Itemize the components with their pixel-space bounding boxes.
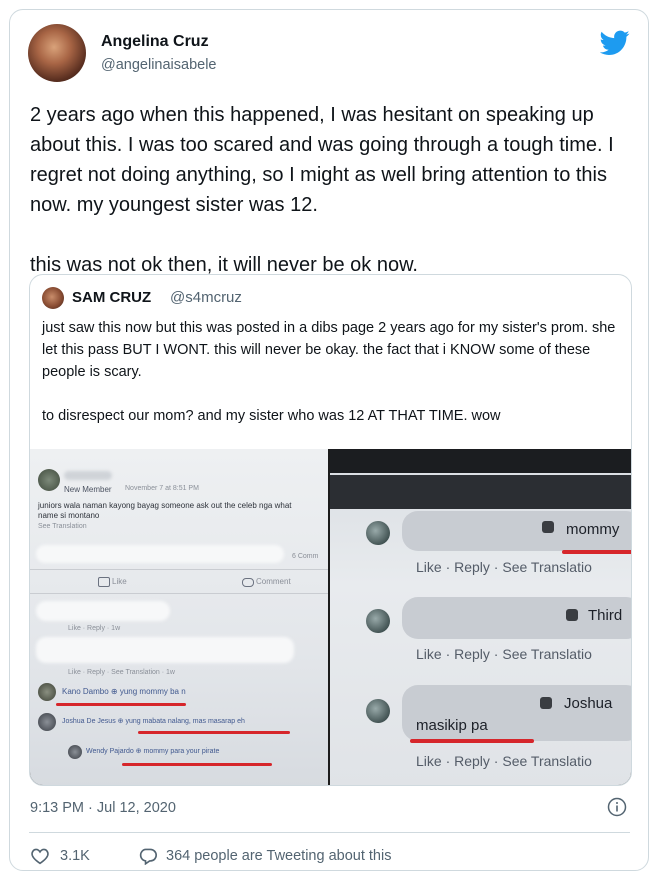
comment-text: Wendy Pajardo ⊕ mommy para your pirate [86, 748, 220, 755]
highlight-underline [56, 703, 186, 706]
author-name[interactable]: Angelina Cruz [101, 33, 209, 51]
tweet-body: 2 years ago when this happened, I was he… [30, 100, 630, 280]
comment-avatar [366, 699, 390, 723]
comment-actions: Like · Reply · See Translatio [416, 646, 592, 662]
divider [29, 832, 630, 833]
photo-top-edge [330, 449, 631, 473]
comment-name: Joshua [564, 695, 613, 712]
tweet-timestamp[interactable]: 9:13 PM · Jul 12, 2020 [30, 800, 176, 816]
comments-count: 6 Comm [292, 553, 319, 560]
quoted-paragraph: just saw this now but this was posted in… [42, 320, 616, 380]
twitter-bird-icon[interactable] [600, 30, 630, 56]
thumbs-up-icon [98, 577, 110, 587]
comment-text: masikip pa [416, 717, 488, 734]
quoted-tweet[interactable]: SAM CRUZ @s4mcruz just saw this now but … [29, 274, 632, 786]
redacted-block [36, 545, 284, 563]
media-image-left[interactable]: New Member November 7 at 8:51 PM juniors… [30, 449, 328, 785]
comment-actions: Like · Reply · 1w [68, 625, 121, 632]
comment-text: Joshua De Jesus ⊕ yung mabata nalang, ma… [62, 718, 245, 725]
comment-name: mommy [566, 521, 620, 538]
author-handle[interactable]: @angelinaisabele [101, 57, 217, 73]
quoted-author-handle: @s4mcruz [170, 289, 242, 306]
comment-avatar [68, 745, 82, 759]
globe-icon [566, 609, 578, 621]
photo-dark-band [330, 475, 631, 509]
highlight-underline [122, 763, 272, 766]
globe-icon [540, 697, 552, 709]
quoted-author-name: SAM CRUZ [72, 289, 152, 306]
comment-actions: Like · Reply · See Translatio [416, 559, 592, 575]
tweeting-about-link[interactable]: 364 people are Tweeting about this [166, 848, 391, 864]
quoted-body: just saw this now but this was posted in… [42, 317, 622, 427]
comment-icon [242, 578, 254, 587]
see-translation: See Translation [38, 523, 87, 530]
heart-icon[interactable] [30, 847, 50, 865]
highlight-underline [410, 739, 534, 743]
quoted-paragraph: to disrespect our mom? and my sister who… [42, 408, 501, 424]
divider [30, 593, 328, 594]
comment-text: Kano Dambo ⊕ yung mommy ba n [62, 687, 186, 696]
quoted-media[interactable]: New Member November 7 at 8:51 PM juniors… [30, 449, 631, 785]
post-text: name si montano [38, 511, 100, 520]
reply-bubble-icon[interactable] [138, 847, 158, 865]
quoted-avatar [42, 287, 64, 309]
highlight-underline [138, 731, 290, 734]
author-avatar[interactable] [28, 24, 86, 82]
post-time: November 7 at 8:51 PM [125, 485, 199, 492]
comment-avatar [38, 713, 56, 731]
tweet-card: Angelina Cruz @angelinaisabele 2 years a… [9, 9, 649, 871]
comment-button: Comment [256, 577, 291, 586]
like-button: Like [112, 577, 127, 586]
comment-avatar [38, 683, 56, 701]
highlight-underline [562, 550, 631, 554]
like-count[interactable]: 3.1K [60, 848, 90, 864]
redacted-block [36, 601, 170, 621]
tweet-paragraph: 2 years ago when this happened, I was he… [30, 104, 614, 216]
globe-icon [542, 521, 554, 533]
info-icon[interactable] [607, 797, 627, 817]
divider [30, 569, 328, 570]
comment-actions: Like · Reply · See Translatio [416, 753, 592, 769]
redacted-block [36, 637, 294, 663]
comment-actions: Like · Reply · See Translation · 1w [68, 669, 175, 676]
comment-avatar [366, 521, 390, 545]
post-avatar [38, 469, 60, 491]
comment-avatar [366, 609, 390, 633]
media-image-right[interactable]: mommy Like · Reply · See Translatio Thir… [330, 449, 631, 785]
member-badge: New Member [64, 485, 112, 494]
redacted-name [64, 471, 112, 480]
comment-name: Third [588, 607, 623, 624]
post-text: juniors wala naman kayong bayag someone … [38, 501, 292, 510]
